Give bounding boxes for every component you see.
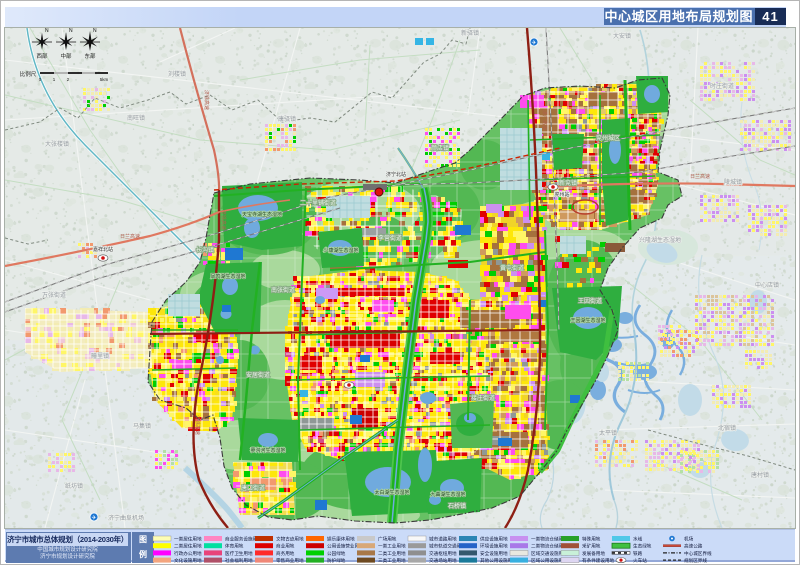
svg-text:二十里铺街道: 二十里铺街道 bbox=[300, 199, 336, 207]
svg-text:商业用地: 商业用地 bbox=[276, 543, 295, 550]
svg-text:发展备用地: 发展备用地 bbox=[582, 550, 605, 557]
svg-text:马集镇: 马集镇 bbox=[133, 422, 151, 430]
svg-text:唐村镇: 唐村镇 bbox=[751, 471, 769, 479]
svg-text:铁路: 铁路 bbox=[633, 550, 643, 557]
svg-text:水域: 水域 bbox=[633, 535, 643, 541]
svg-text:防护绿地: 防护绿地 bbox=[327, 557, 346, 564]
svg-text:安居街道: 安居街道 bbox=[246, 371, 270, 379]
svg-text:颜店镇: 颜店镇 bbox=[431, 144, 449, 152]
svg-text:少康湖生态湿地: 少康湖生态湿地 bbox=[323, 247, 358, 254]
svg-text:一类工业用地: 一类工业用地 bbox=[378, 543, 406, 550]
svg-text:接庄街道: 接庄街道 bbox=[471, 394, 495, 402]
svg-text:太白湖生态湿地: 太白湖生态湿地 bbox=[374, 489, 409, 496]
svg-text:体育用地: 体育用地 bbox=[225, 543, 244, 550]
svg-text:新驿镇: 新驿镇 bbox=[461, 29, 479, 37]
svg-text:广场用地: 广场用地 bbox=[378, 535, 397, 542]
svg-text:兴隆湖生态湿地: 兴隆湖生态湿地 bbox=[639, 236, 681, 244]
svg-text:西部: 西部 bbox=[36, 52, 48, 60]
svg-text:生态绿地: 生态绿地 bbox=[633, 543, 652, 549]
svg-text:王因湖生态湿地: 王因湖生态湿地 bbox=[570, 317, 605, 324]
svg-text:万张街道: 万张街道 bbox=[42, 291, 66, 299]
svg-text:采矿用地: 采矿用地 bbox=[582, 543, 601, 550]
svg-text:东部: 东部 bbox=[84, 52, 96, 60]
svg-text:陵城镇: 陵城镇 bbox=[724, 178, 742, 186]
svg-text:文物古迹用地: 文物古迹用地 bbox=[276, 535, 304, 542]
svg-text:安全设施用地: 安全设施用地 bbox=[480, 550, 508, 557]
svg-text:大安镇: 大安镇 bbox=[613, 32, 631, 40]
svg-text:长沟镇: 长沟镇 bbox=[196, 246, 214, 254]
svg-text:南旺镇: 南旺镇 bbox=[127, 114, 145, 122]
svg-text:一类居住用地: 一类居住用地 bbox=[174, 535, 202, 542]
svg-text:中心城区界线: 中心城区界线 bbox=[684, 550, 712, 557]
svg-text:5km: 5km bbox=[100, 77, 109, 82]
svg-text:N: N bbox=[93, 28, 97, 34]
svg-text:✈: ✈ bbox=[531, 39, 536, 46]
svg-text:黄屯街道: 黄屯街道 bbox=[500, 264, 524, 272]
svg-text:济宁北站: 济宁北站 bbox=[386, 171, 406, 178]
svg-text:纸坊镇: 纸坊镇 bbox=[65, 482, 83, 490]
svg-text:特殊用地: 特殊用地 bbox=[582, 535, 601, 542]
svg-text:济广高速: 济广高速 bbox=[541, 110, 548, 130]
svg-text:兖州站: 兖州站 bbox=[554, 191, 569, 198]
svg-text:日兰高速: 日兰高速 bbox=[120, 233, 140, 240]
svg-text:兖州城区: 兖州城区 bbox=[596, 134, 620, 142]
svg-text:刘楼镇: 刘楼镇 bbox=[168, 70, 186, 78]
svg-text:济宁曲阜机场: 济宁曲阜机场 bbox=[108, 514, 144, 522]
svg-text:N: N bbox=[69, 28, 73, 34]
svg-text:李营街道: 李营街道 bbox=[378, 234, 402, 242]
svg-text:三类工业用地: 三类工业用地 bbox=[378, 557, 406, 564]
svg-text:中部: 中部 bbox=[60, 52, 72, 60]
svg-text:北宿镇: 北宿镇 bbox=[718, 424, 736, 432]
svg-text:南张街道: 南张街道 bbox=[271, 286, 295, 294]
svg-text:蓼沟河生态湿地: 蓼沟河生态湿地 bbox=[250, 447, 285, 454]
svg-text:医疗卫生用地: 医疗卫生用地 bbox=[225, 550, 253, 557]
svg-text:太平镇: 太平镇 bbox=[599, 429, 617, 437]
svg-text:时庄街道: 时庄街道 bbox=[710, 82, 734, 90]
svg-text:二类工业用地: 二类工业用地 bbox=[378, 550, 406, 557]
svg-text:交通场站用地: 交通场站用地 bbox=[429, 557, 457, 564]
svg-text:社会福利用地: 社会福利用地 bbox=[225, 557, 253, 564]
svg-text:✈: ✈ bbox=[91, 514, 96, 521]
svg-text:二类居住用地: 二类居住用地 bbox=[174, 543, 202, 550]
svg-text:零售商业用地: 零售商业用地 bbox=[276, 557, 304, 564]
svg-text:石桥镇: 石桥镇 bbox=[448, 502, 466, 510]
svg-text:环境设施用地: 环境设施用地 bbox=[480, 543, 508, 550]
svg-text:日兰高速: 日兰高速 bbox=[690, 173, 710, 180]
svg-text:王因街道: 王因街道 bbox=[578, 297, 602, 305]
svg-text:大张楼镇: 大张楼镇 bbox=[45, 140, 69, 148]
svg-text:行政办公用地: 行政办公用地 bbox=[174, 550, 202, 557]
svg-text:N: N bbox=[45, 28, 49, 34]
svg-text:有条件建设用地: 有条件建设用地 bbox=[582, 557, 615, 564]
svg-text:凤鸣湖生态湿地: 凤鸣湖生态湿地 bbox=[210, 273, 245, 280]
svg-text:嘉祥北站: 嘉祥北站 bbox=[93, 246, 113, 253]
svg-text:交通枢纽用地: 交通枢纽用地 bbox=[429, 550, 457, 557]
svg-text:娱乐康体用地: 娱乐康体用地 bbox=[327, 535, 355, 542]
svg-text:文化设施用地: 文化设施用地 bbox=[174, 557, 202, 564]
svg-text:高速公路: 高速公路 bbox=[684, 543, 703, 550]
svg-text:比例尺: 比例尺 bbox=[20, 70, 37, 78]
svg-text:疃里镇: 疃里镇 bbox=[91, 352, 109, 360]
svg-text:城市道路用地: 城市道路用地 bbox=[429, 535, 457, 542]
svg-text:济徐高速: 济徐高速 bbox=[203, 90, 210, 110]
svg-text:中心店镇: 中心店镇 bbox=[755, 281, 779, 289]
svg-text:供应设施用地: 供应设施用地 bbox=[480, 535, 508, 542]
svg-text:机场: 机场 bbox=[684, 535, 694, 542]
svg-text:规划区界线: 规划区界线 bbox=[684, 557, 707, 564]
svg-text:天宝寺湖生态湿地: 天宝寺湖生态湿地 bbox=[242, 211, 282, 218]
svg-text:新兖镇: 新兖镇 bbox=[559, 179, 577, 187]
svg-text:商务用地: 商务用地 bbox=[276, 550, 295, 557]
svg-text:济徐高速: 济徐高速 bbox=[194, 415, 201, 435]
svg-text:火车站: 火车站 bbox=[633, 557, 647, 564]
svg-text:康驿镇: 康驿镇 bbox=[278, 115, 296, 123]
svg-text:公园绿地: 公园绿地 bbox=[327, 550, 346, 557]
svg-text:九曲湖生态湿地: 九曲湖生态湿地 bbox=[430, 491, 465, 498]
svg-text:唐口街道: 唐口街道 bbox=[241, 484, 265, 492]
svg-text:济徐高速: 济徐高速 bbox=[220, 210, 227, 230]
